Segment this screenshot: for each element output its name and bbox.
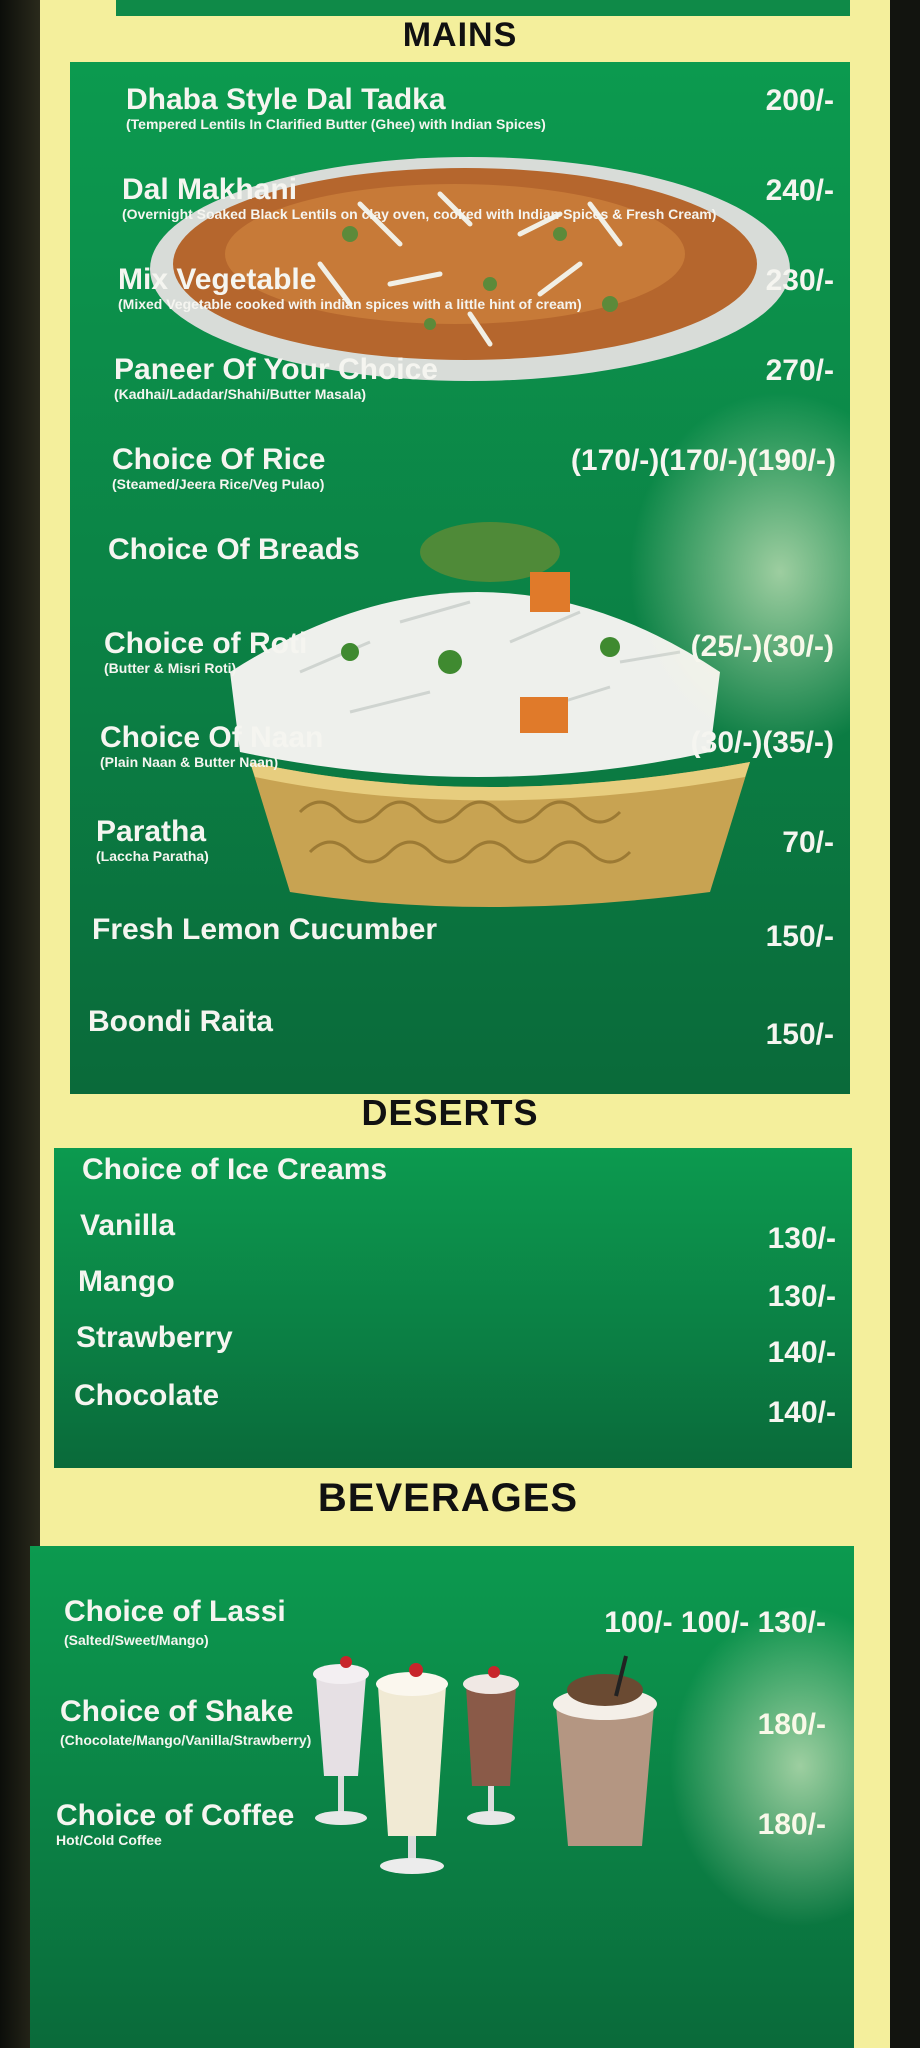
- item-price: (25/-)(30/-): [690, 630, 834, 663]
- item-price: 150/-: [765, 920, 834, 953]
- item-name: Choice of Coffee: [56, 1799, 295, 1832]
- item-name: Strawberry: [76, 1321, 233, 1354]
- item-price: 200/-: [765, 84, 834, 117]
- item-name: Choice Of Rice: [112, 443, 326, 476]
- list-item: Fresh Lemon Cucumber: [92, 914, 437, 946]
- list-item: Choice Of Naan (Plain Naan & Butter Naan…: [100, 721, 324, 771]
- item-name: Mix Vegetable: [118, 263, 317, 296]
- item-price: 240/-: [765, 174, 834, 207]
- item-price: 70/-: [782, 826, 834, 859]
- item-price: 140/-: [767, 1396, 836, 1429]
- deserts-heading: DESERTS: [361, 1092, 539, 1133]
- top-green-bar: [116, 0, 850, 16]
- item-name: Mango: [78, 1265, 175, 1298]
- item-description: (Kadhai/Ladadar/Shahi/Butter Masala): [114, 386, 367, 402]
- item-name: Paneer Of Your Choice: [114, 353, 438, 386]
- item-name: Choice Of Breads: [108, 533, 360, 566]
- list-item: Dal Makhani (Overnight Soaked Black Lent…: [122, 173, 717, 223]
- item-price: 270/-: [765, 354, 834, 387]
- list-item: Paratha (Laccha Paratha): [96, 815, 209, 865]
- ice-cream-header: Choice of Ice Creams: [82, 1153, 388, 1186]
- list-item: Dhaba Style Dal Tadka (Tempered Lentils …: [126, 83, 546, 133]
- light-glare: [670, 1606, 854, 1926]
- item-description: (Mixed Vegetable cooked with indian spic…: [118, 296, 582, 312]
- list-item: Choice of Lassi (Salted/Sweet/Mango): [64, 1595, 286, 1649]
- item-description: (Overnight Soaked Black Lentils on clay …: [122, 206, 717, 222]
- item-price: 130/-: [767, 1280, 836, 1313]
- item-name: Fresh Lemon Cucumber: [92, 913, 438, 946]
- list-item: Mix Vegetable (Mixed Vegetable cooked wi…: [118, 263, 582, 313]
- list-item: Paneer Of Your Choice (Kadhai/Ladadar/Sh…: [114, 353, 438, 403]
- milkshake-glasses-photo: [313, 1655, 657, 1874]
- item-price: 130/-: [767, 1222, 836, 1255]
- list-item: Choice of Shake (Chocolate/Mango/Vanilla…: [60, 1695, 312, 1749]
- item-name: Vanilla: [80, 1209, 176, 1242]
- item-price: 150/-: [765, 1018, 834, 1051]
- item-price: (170/-)(170/-)(190/-): [570, 444, 836, 477]
- deserts-panel: Choice of Ice Creams Vanilla 130/- Mango…: [54, 1148, 852, 1468]
- item-name: Dal Makhani: [122, 173, 298, 206]
- item-name: Choice Of Naan: [100, 721, 324, 754]
- item-name: Chocolate: [74, 1379, 220, 1412]
- list-item: Choice Of Rice (Steamed/Jeera Rice/Veg P…: [112, 443, 326, 493]
- item-price: 180/-: [757, 1808, 826, 1841]
- beverages-panel: Choice of Lassi (Salted/Sweet/Mango) 100…: [30, 1546, 854, 2048]
- mains-panel: Dhaba Style Dal Tadka (Tempered Lentils …: [70, 62, 850, 1094]
- item-description: (Chocolate/Mango/Vanilla/Strawberry): [60, 1732, 312, 1748]
- beverages-heading: BEVERAGES: [317, 1476, 579, 1520]
- item-name: Choice of Shake: [60, 1695, 294, 1728]
- item-description: Hot/Cold Coffee: [56, 1832, 162, 1848]
- item-price: 100/- 100/- 130/-: [604, 1606, 826, 1639]
- item-price: 230/-: [765, 264, 834, 297]
- item-price: 140/-: [767, 1336, 836, 1369]
- item-description: (Butter & Misri Roti): [104, 660, 237, 676]
- mains-heading: MAINS: [402, 16, 518, 54]
- item-price: 180/-: [757, 1708, 826, 1741]
- item-name: Dhaba Style Dal Tadka: [126, 83, 446, 116]
- item-name: Paratha: [96, 815, 207, 848]
- item-description: (Salted/Sweet/Mango): [64, 1632, 209, 1648]
- list-item: Choice Of Breads: [108, 534, 360, 566]
- item-name: Choice of Roti: [104, 627, 308, 660]
- item-description: (Plain Naan & Butter Naan): [100, 754, 279, 770]
- item-name: Boondi Raita: [88, 1005, 273, 1038]
- item-description: (Steamed/Jeera Rice/Veg Pulao): [112, 476, 325, 492]
- list-item: Choice of Roti (Butter & Misri Roti): [104, 627, 308, 677]
- item-description: (Tempered Lentils In Clarified Butter (G…: [126, 116, 546, 132]
- item-name: Choice of Lassi: [64, 1595, 286, 1628]
- list-item: Boondi Raita: [88, 1006, 273, 1038]
- list-item: Choice of Coffee Hot/Cold Coffee: [56, 1799, 295, 1849]
- item-price: (30/-)(35/-): [690, 726, 834, 759]
- item-description: (Laccha Paratha): [96, 848, 209, 864]
